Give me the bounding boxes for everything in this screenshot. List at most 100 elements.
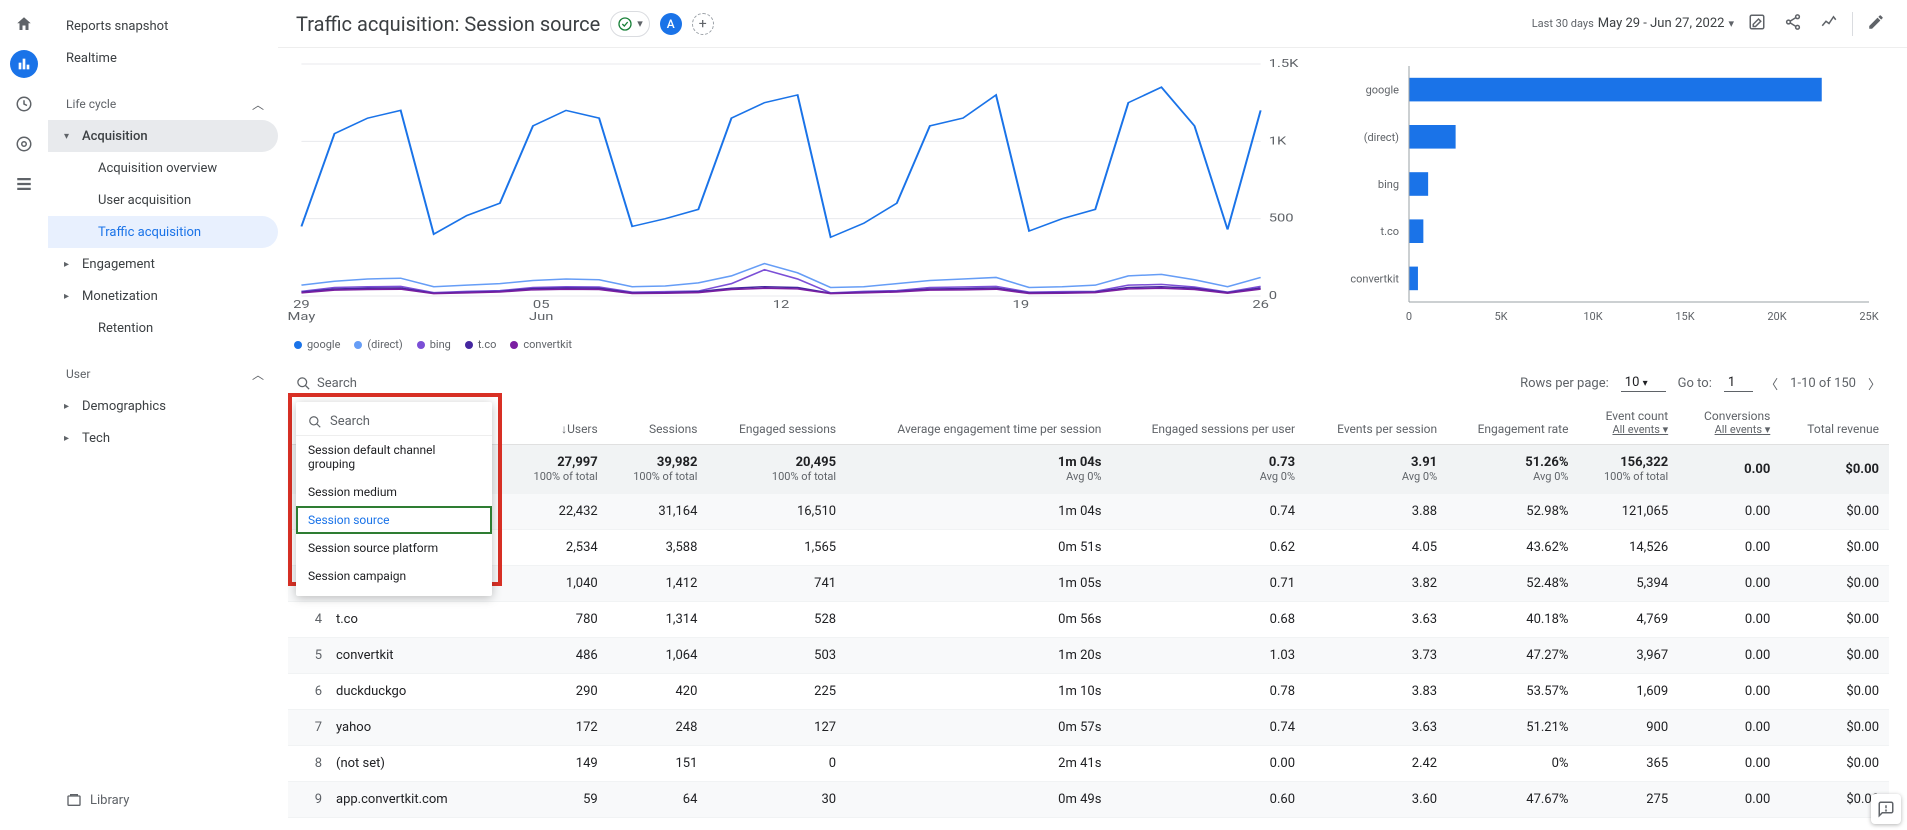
table-row[interactable]: 2(direct)2,5343,5881,5650m 51s0.624.0543… <box>288 530 1889 566</box>
col-event-count[interactable]: Event countAll events ▾ <box>1578 401 1678 445</box>
dropdown-option-session-source-platform[interactable]: Session source platform <box>296 534 492 562</box>
segment-avatar[interactable]: A <box>660 13 682 35</box>
search-icon <box>296 376 311 391</box>
chevron-up-icon: ︿ <box>252 96 264 113</box>
col-events-per-session[interactable]: Events per session <box>1305 401 1447 445</box>
col-avg-engagement-time[interactable]: Average engagement time per session <box>846 401 1111 445</box>
legend-item[interactable]: convertkit <box>510 338 572 351</box>
legend-item[interactable]: bing <box>417 338 451 351</box>
dropdown-option-session-medium[interactable]: Session medium <box>296 478 492 506</box>
sidebar-tech[interactable]: ▸ Tech <box>48 422 278 454</box>
search-icon <box>308 415 322 429</box>
explore-icon[interactable] <box>10 90 38 118</box>
chevron-down-icon: ▾ <box>637 17 643 30</box>
svg-text:29: 29 <box>293 299 310 312</box>
sidebar-acquisition[interactable]: ▾ Acquisition <box>48 120 278 152</box>
event-count-filter[interactable]: All events ▾ <box>1588 423 1668 436</box>
content-area: 05001K1.5K29May05Jun121926 google(direct… <box>288 56 1889 830</box>
feedback-icon <box>1877 800 1895 818</box>
legend-label: convertkit <box>523 338 572 351</box>
svg-text:google: google <box>1366 84 1400 97</box>
col-engagement-rate[interactable]: Engagement rate <box>1447 401 1578 445</box>
table-row[interactable]: 3bing1,0401,4127411m 05s0.713.8252.48%5,… <box>288 566 1889 602</box>
table-row[interactable]: 8(not set)14915102m 41s0.002.420%3650.00… <box>288 746 1889 782</box>
advertising-icon[interactable] <box>10 130 38 158</box>
sidebar-demographics[interactable]: ▸ Demographics <box>48 390 278 422</box>
reports-icon[interactable] <box>10 50 38 78</box>
table-row[interactable]: 9app.convertkit.com5964300m 49s0.603.604… <box>288 782 1889 818</box>
col-event-count-label: Event count <box>1606 409 1669 423</box>
sidebar-traffic-acquisition[interactable]: Traffic acquisition <box>48 216 278 248</box>
date-range-preset: Last 30 days <box>1532 17 1594 30</box>
dropdown-option-default-channel[interactable]: Session default channel grouping <box>296 436 492 478</box>
dropdown-search-placeholder: Search <box>330 414 370 429</box>
svg-text:(direct): (direct) <box>1364 131 1399 144</box>
legend-dot <box>417 341 425 349</box>
prev-page-button[interactable]: 〈 <box>1765 374 1778 393</box>
table-search[interactable]: Search <box>296 376 357 391</box>
sidebar-engagement[interactable]: ▸ Engagement <box>48 248 278 280</box>
next-page-button[interactable]: 〉 <box>1868 374 1881 393</box>
sidebar-lifecycle-section[interactable]: Life cycle ︿ <box>48 88 278 120</box>
check-circle-icon <box>617 16 633 32</box>
home-icon[interactable] <box>10 10 38 38</box>
table-pager: Rows per page: 10 ▾ Go to: 1 〈 1-10 of 1… <box>1520 374 1881 393</box>
configure-icon[interactable] <box>10 170 38 198</box>
col-users[interactable]: ↓Users <box>508 401 608 445</box>
table-row[interactable]: 5convertkit4861,0645031m 20s1.033.7347.2… <box>288 638 1889 674</box>
conversions-filter[interactable]: All events ▾ <box>1688 423 1770 436</box>
legend-item[interactable]: t.co <box>465 338 497 351</box>
add-comparison-button[interactable]: + <box>692 13 714 35</box>
dropdown-search[interactable]: Search <box>296 408 492 436</box>
date-range-picker[interactable]: Last 30 days May 29 - Jun 27, 2022 ▾ <box>1532 16 1734 31</box>
header-bar: Traffic acquisition: Session source ▾ A … <box>278 0 1907 48</box>
chevron-down-icon: ▾ <box>1643 378 1648 389</box>
legend-item[interactable]: google <box>294 338 340 351</box>
svg-text:10K: 10K <box>1583 310 1602 323</box>
status-chip[interactable]: ▾ <box>610 11 650 37</box>
share-icon[interactable] <box>1780 13 1806 35</box>
svg-text:15K: 15K <box>1675 310 1694 323</box>
table-row[interactable]: 6duckduckgo2904202251m 10s0.783.8353.57%… <box>288 674 1889 710</box>
dropdown-option-session-source[interactable]: Session source <box>296 506 492 534</box>
svg-text:25K: 25K <box>1859 310 1878 323</box>
col-conversions-label: Conversions <box>1704 409 1770 423</box>
line-chart-legend: google (direct) bing t.co convertkit <box>288 338 1309 351</box>
legend-label: t.co <box>478 338 497 351</box>
table-row[interactable]: 7yahoo1722481270m 57s0.743.6351.21%9000.… <box>288 710 1889 746</box>
sidebar-retention[interactable]: Retention <box>48 312 278 344</box>
svg-text:5K: 5K <box>1494 310 1507 323</box>
date-range-value: May 29 - Jun 27, 2022 <box>1598 16 1725 31</box>
col-total-revenue[interactable]: Total revenue <box>1780 401 1889 445</box>
sidebar-user-acquisition[interactable]: User acquisition <box>48 184 278 216</box>
page-title-dimension: Session source <box>464 12 600 36</box>
dropdown-option-session-campaign[interactable]: Session campaign <box>296 562 492 590</box>
sidebar-user-section[interactable]: User ︿ <box>48 358 278 390</box>
sidebar-monetization[interactable]: ▸ Monetization <box>48 280 278 312</box>
feedback-button[interactable] <box>1871 794 1901 824</box>
col-engaged-sessions[interactable]: Engaged sessions <box>707 401 846 445</box>
edit-icon[interactable] <box>1863 13 1889 35</box>
sidebar-realtime[interactable]: Realtime <box>48 42 278 74</box>
bar-chart: google(direct)bingt.coconvertkit05K10K15… <box>1329 56 1889 356</box>
insights-icon[interactable] <box>1816 13 1842 35</box>
rows-per-page-select[interactable]: 10 ▾ <box>1621 375 1666 392</box>
sidebar-library[interactable]: Library <box>66 792 129 808</box>
customize-icon[interactable] <box>1744 13 1770 35</box>
goto-input[interactable]: 1 <box>1724 375 1753 392</box>
sidebar-reports-snapshot[interactable]: Reports snapshot <box>48 10 278 42</box>
table-row[interactable]: 122,43231,16416,5101m 04s0.743.8852.98%1… <box>288 494 1889 530</box>
table-row[interactable]: 4t.co7801,3145280m 56s0.683.6340.18%4,76… <box>288 602 1889 638</box>
legend-dot <box>354 341 362 349</box>
col-conversions[interactable]: ConversionsAll events ▾ <box>1678 401 1780 445</box>
sidebar-user-label: User <box>66 367 90 381</box>
svg-text:1.5K: 1.5K <box>1269 58 1300 71</box>
sidebar-tech-label: Tech <box>82 431 110 446</box>
col-sessions[interactable]: Sessions <box>608 401 708 445</box>
sidebar-acquisition-overview[interactable]: Acquisition overview <box>48 152 278 184</box>
legend-item[interactable]: (direct) <box>354 338 402 351</box>
svg-text:May: May <box>288 311 315 324</box>
legend-dot <box>465 341 473 349</box>
svg-text:0: 0 <box>1406 310 1412 323</box>
col-engaged-per-user[interactable]: Engaged sessions per user <box>1111 401 1305 445</box>
